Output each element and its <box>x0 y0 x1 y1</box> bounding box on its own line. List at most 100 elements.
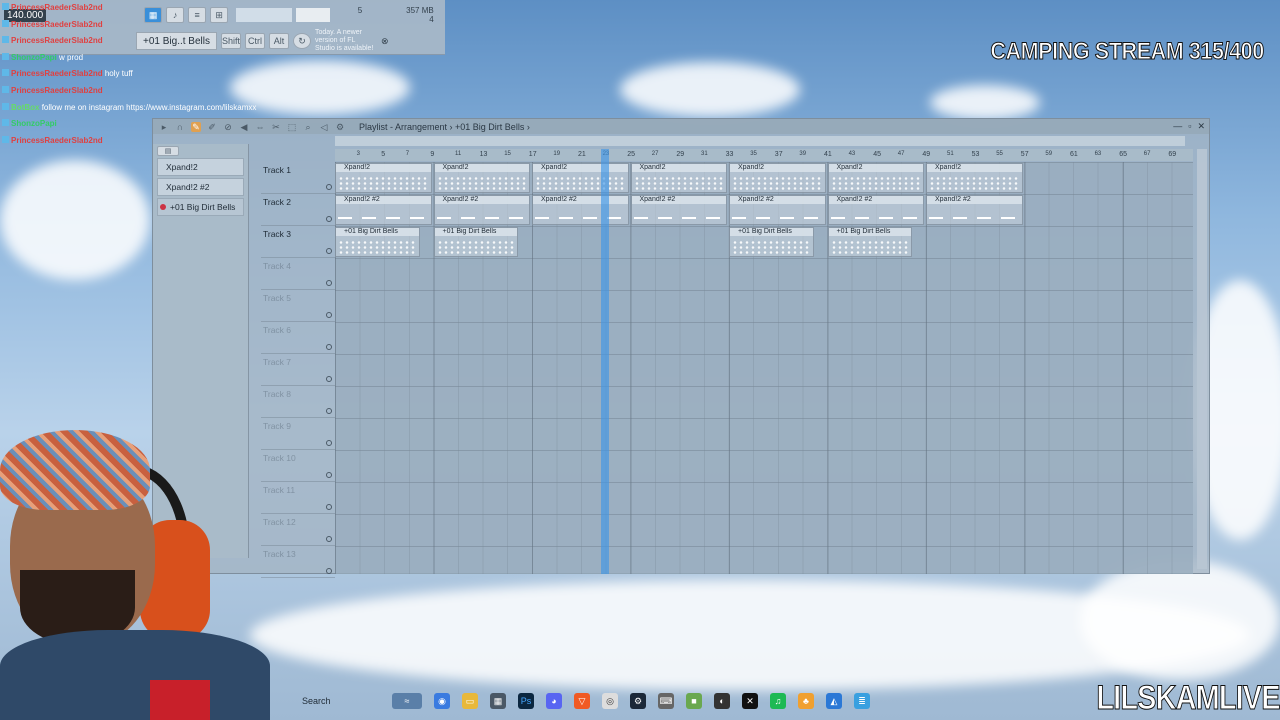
track-header[interactable]: Track 1 <box>261 162 335 194</box>
slice-icon[interactable]: ✂ <box>271 122 281 132</box>
track-mute-icon[interactable] <box>326 440 332 446</box>
pattern-clip[interactable]: +01 Big Dirt Bells <box>827 227 913 257</box>
track-mute-icon[interactable] <box>326 248 332 254</box>
select-icon[interactable]: ⬚ <box>287 122 297 132</box>
pattern-clip[interactable]: Xpand!2 #2 <box>433 195 530 225</box>
arrangement-grid[interactable]: Xpand!2 Xpand!2 Xpand!2 Xpand!2 Xpand!2 Xpand… <box>335 162 1193 574</box>
notepad-icon[interactable]: ≣ <box>854 693 870 709</box>
timeline-tick: 63 <box>1094 151 1102 157</box>
pattern-clip[interactable]: Xpand!2 #2 <box>532 195 629 225</box>
track-header[interactable]: Track 2 <box>261 194 335 226</box>
minecraft-icon[interactable]: ■ <box>686 693 702 709</box>
playhead[interactable] <box>601 149 609 574</box>
playlist-menu-icon[interactable]: ⚙ <box>335 122 345 132</box>
paint-icon[interactable]: ✐ <box>207 122 217 132</box>
clip-name: Xpand!2 #2 <box>533 196 628 204</box>
vertical-scrollbar[interactable] <box>1197 149 1207 569</box>
delete-icon[interactable]: ⊘ <box>223 122 233 132</box>
track-header[interactable]: Track 7 <box>261 354 335 386</box>
timeline-ruler[interactable]: 3579111315171921232527293133353739414345… <box>335 149 1193 161</box>
track-mute-icon[interactable] <box>326 376 332 382</box>
keyboard-app-icon[interactable]: ⌨ <box>658 693 674 709</box>
spotify-icon[interactable]: ♫ <box>770 693 786 709</box>
track-header[interactable]: Track 3 <box>261 226 335 258</box>
cpu-meter <box>296 8 331 22</box>
track-mute-icon[interactable] <box>326 280 332 286</box>
pattern-clip[interactable]: +01 Big Dirt Bells <box>335 227 420 257</box>
track-mute-icon[interactable] <box>326 216 332 222</box>
pattern-clip[interactable]: Xpand!2 #2 <box>926 195 1023 225</box>
clip-name: +01 Big Dirt Bells <box>730 228 813 236</box>
chrome-icon[interactable]: ◎ <box>602 693 618 709</box>
close-icon[interactable]: ✕ <box>1197 121 1205 132</box>
pattern-clip[interactable]: Xpand!2 <box>532 163 629 193</box>
timeline-tick: 27 <box>651 151 659 157</box>
track-mute-icon[interactable] <box>326 312 332 318</box>
clip-notes <box>436 208 527 222</box>
playlist-titlebar[interactable]: ▸ ∩ ✎ ✐ ⊘ ◀ ⇔ ✂ ⬚ ⌕ ◁ ⚙ Playlist - Arran… <box>153 119 1209 134</box>
pattern-clip[interactable]: +01 Big Dirt Bells <box>433 227 519 257</box>
mute-icon[interactable]: ◀ <box>239 122 249 132</box>
maximize-icon[interactable]: ▫ <box>1188 121 1191 132</box>
pattern-clip[interactable]: Xpand!2 #2 <box>630 195 727 225</box>
hint-close-icon[interactable]: ⊗ <box>381 36 389 47</box>
capcut-icon[interactable]: ✕ <box>742 693 758 709</box>
taskbar: Search ≈ ◉ ▭ ▦ Ps ◕ ▽ ◎ ⚙ ⌨ ■ ◐ ✕ ♫ ♣ ◭ … <box>290 688 870 714</box>
taskbar-search[interactable]: Search <box>290 696 380 706</box>
minimize-icon[interactable]: — <box>1173 121 1182 132</box>
timeline-tick: 47 <box>897 151 905 157</box>
clip-name: +01 Big Dirt Bells <box>434 228 518 236</box>
zoom-icon[interactable]: ⌕ <box>303 122 313 132</box>
picker-item[interactable]: Xpand!2 <box>157 158 244 176</box>
window-controls: — ▫ ✕ <box>1173 121 1205 132</box>
track-mute-icon[interactable] <box>326 504 332 510</box>
copilot-icon[interactable]: ◉ <box>434 693 450 709</box>
playback-icon[interactable]: ◁ <box>319 122 329 132</box>
discord-icon[interactable]: ◕ <box>546 693 562 709</box>
chat-line: PrincessRaederSlab2nd <box>2 17 272 34</box>
azure-icon[interactable]: ◭ <box>826 693 842 709</box>
brave-icon[interactable]: ▽ <box>574 693 590 709</box>
fl-studio-icon[interactable]: ♣ <box>798 693 814 709</box>
slip-icon[interactable]: ⇔ <box>255 122 265 132</box>
photoshop-icon[interactable]: Ps <box>518 693 534 709</box>
chat-username: PrincessRaederSlab2nd <box>11 3 103 12</box>
draw-icon[interactable]: ✎ <box>191 121 201 132</box>
file-explorer-icon[interactable]: ▭ <box>462 693 478 709</box>
memory-usage: 357 MB <box>406 6 434 15</box>
pattern-clip[interactable]: Xpand!2 <box>630 163 727 193</box>
fl-update-icon[interactable]: ↻ <box>292 33 311 49</box>
track-mute-icon[interactable] <box>326 568 332 574</box>
pattern-clip[interactable]: +01 Big Dirt Bells <box>729 227 814 257</box>
track-mute-icon[interactable] <box>326 408 332 414</box>
arrow-icon[interactable]: ▸ <box>159 122 169 132</box>
magnet-icon[interactable]: ∩ <box>175 122 185 132</box>
picker-item[interactable]: +01 Big Dirt Bells <box>157 198 244 216</box>
track-header[interactable]: Track 6 <box>261 322 335 354</box>
track-mute-icon[interactable] <box>326 536 332 542</box>
tool-icon[interactable]: ◐ <box>714 693 730 709</box>
store-icon[interactable]: ▦ <box>490 693 506 709</box>
steam-icon[interactable]: ⚙ <box>630 693 646 709</box>
picker-view-icon[interactable]: ▤ <box>157 146 179 156</box>
pattern-clip[interactable]: Xpand!2 <box>335 163 432 193</box>
picker-header: ▤ <box>153 144 248 156</box>
widgets-icon[interactable]: ≈ <box>392 693 422 709</box>
track-header[interactable]: Track 5 <box>261 290 335 322</box>
timeline-tick: 51 <box>947 151 954 157</box>
pattern-clip[interactable]: Xpand!2 #2 <box>335 195 432 225</box>
picker-item[interactable]: Xpand!2 #2 <box>157 178 244 196</box>
pattern-clip[interactable]: Xpand!2 <box>729 163 826 193</box>
pattern-clip[interactable]: Xpand!2 <box>926 163 1023 193</box>
clip-name: Xpand!2 #2 <box>336 196 431 204</box>
track-mute-icon[interactable] <box>326 184 332 190</box>
track-mute-icon[interactable] <box>326 344 332 350</box>
timeline-tick: 61 <box>1070 151 1078 158</box>
pattern-clip[interactable]: Xpand!2 <box>827 163 924 193</box>
track-mute-icon[interactable] <box>326 472 332 478</box>
track-header[interactable]: Track 4 <box>261 258 335 290</box>
pattern-clip[interactable]: Xpand!2 #2 <box>729 195 826 225</box>
horizontal-scrollbar[interactable] <box>335 136 1185 146</box>
pattern-clip[interactable]: Xpand!2 #2 <box>827 195 924 225</box>
pattern-clip[interactable]: Xpand!2 <box>433 163 530 193</box>
